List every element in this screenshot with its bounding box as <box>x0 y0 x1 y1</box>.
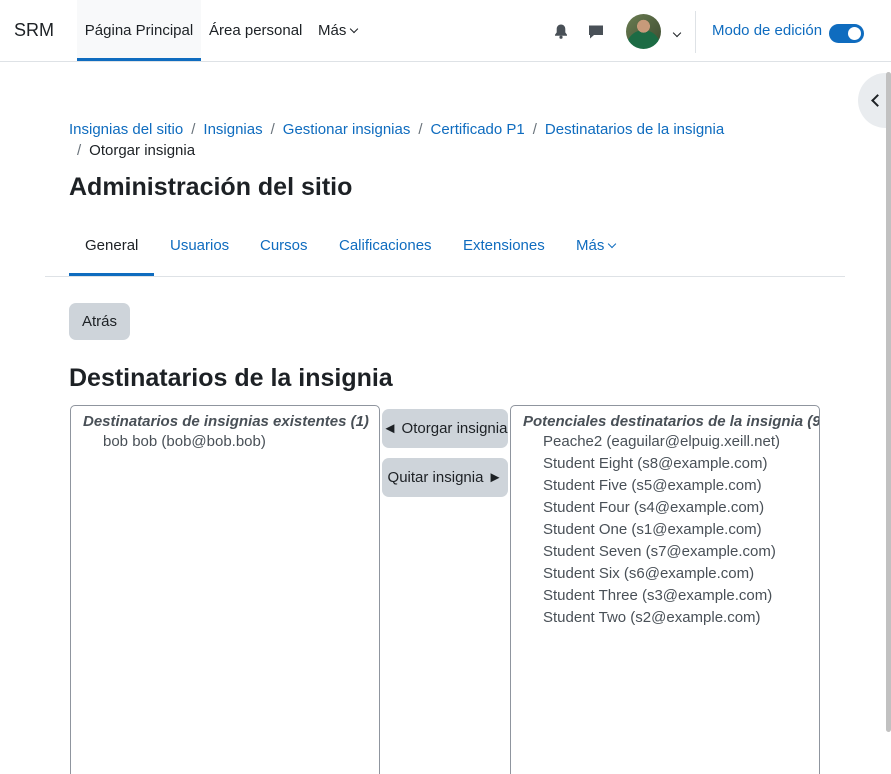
notifications-bell-icon[interactable] <box>554 24 568 39</box>
section-title: Destinatarios de la insignia <box>69 364 393 392</box>
nav-home-label: Página Principal <box>84 22 194 39</box>
tab-more-label: Más <box>576 237 605 254</box>
potential-recipient-option[interactable]: Student Five (s5@example.com) <box>543 477 762 494</box>
tab-users-label: Usuarios <box>170 237 230 254</box>
edit-mode-label: Modo de edición <box>712 22 823 39</box>
remove-badge-button[interactable]: Quitar insignia ► <box>382 458 508 497</box>
potential-recipients-label: Potenciales destinatarios de la insignia… <box>523 413 820 430</box>
tab-users[interactable]: Usuarios <box>170 224 229 276</box>
page-scrollbar[interactable] <box>886 72 891 732</box>
breadcrumb-link-recipients[interactable]: Destinatarios de la insignia <box>545 121 724 138</box>
potential-recipient-option[interactable]: Student Two (s2@example.com) <box>543 609 761 626</box>
top-navbar: SRM Página Principal Área personal Más M… <box>0 0 891 62</box>
potential-recipient-option[interactable]: Student Four (s4@example.com) <box>543 499 764 516</box>
user-menu-chevron-icon[interactable] <box>669 26 682 43</box>
tab-courses[interactable]: Cursos <box>260 224 308 276</box>
potential-recipients-select[interactable]: Potenciales destinatarios de la insignia… <box>510 405 820 774</box>
breadcrumb-link-badge[interactable]: Certificado P1 <box>431 121 525 138</box>
award-badge-button[interactable]: ◄ Otorgar insignia <box>382 409 508 448</box>
messages-chat-icon[interactable] <box>588 24 604 39</box>
breadcrumb-current-row: / Otorgar insignia <box>77 142 196 159</box>
potential-recipient-option[interactable]: Peache2 (eaguilar@elpuig.xeill.net) <box>543 433 780 450</box>
tab-more[interactable]: Más <box>576 224 617 276</box>
potential-recipient-option[interactable]: Student Seven (s7@example.com) <box>543 543 776 560</box>
existing-recipient-option[interactable]: bob bob (bob@bob.bob) <box>103 433 266 450</box>
navbar-divider <box>695 11 696 53</box>
page-title: Administración del sitio <box>69 173 353 201</box>
chevron-down-icon <box>350 24 359 34</box>
existing-recipients-label: Destinatarios de insignias existentes (1… <box>83 413 369 430</box>
breadcrumb-current: Otorgar insignia <box>89 142 196 159</box>
breadcrumb-link-site-badges[interactable]: Insignias del sitio <box>69 121 183 138</box>
edit-mode-toggle[interactable] <box>829 24 864 43</box>
back-button[interactable]: Atrás <box>69 303 130 340</box>
chevron-down-icon <box>608 239 617 249</box>
secondary-navigation: General Usuarios Cursos Calificaciones E… <box>45 224 845 277</box>
tab-plugins-label: Extensiones <box>463 237 545 254</box>
nav-home[interactable]: Página Principal <box>77 0 201 61</box>
potential-recipient-option[interactable]: Student One (s1@example.com) <box>543 521 762 538</box>
nav-dashboard[interactable]: Área personal <box>209 0 302 61</box>
tab-grades[interactable]: Calificaciones <box>339 224 432 276</box>
breadcrumb: Insignias del sitio / Insignias / Gestionar … <box>69 121 725 138</box>
user-avatar[interactable] <box>626 14 661 49</box>
potential-recipient-option[interactable]: Student Three (s3@example.com) <box>543 587 772 604</box>
potential-recipient-option[interactable]: Student Eight (s8@example.com) <box>543 455 768 472</box>
existing-recipients-select[interactable]: Destinatarios de insignias existentes (1… <box>70 405 380 774</box>
tab-plugins[interactable]: Extensiones <box>463 224 545 276</box>
chevron-left-icon <box>871 94 884 107</box>
breadcrumb-link-manage-badges[interactable]: Gestionar insignias <box>283 121 411 138</box>
nav-more-label: Más <box>318 22 347 39</box>
breadcrumb-link-badges[interactable]: Insignias <box>203 121 262 138</box>
tab-courses-label: Cursos <box>260 237 308 254</box>
tab-grades-label: Calificaciones <box>339 237 432 254</box>
site-brand[interactable]: SRM <box>14 20 54 41</box>
tab-general-label: General <box>85 237 139 254</box>
tab-general[interactable]: General <box>69 224 154 276</box>
nav-more-menu[interactable]: Más <box>318 0 359 61</box>
potential-recipient-option[interactable]: Student Six (s6@example.com) <box>543 565 754 582</box>
nav-dashboard-label: Área personal <box>209 22 303 39</box>
